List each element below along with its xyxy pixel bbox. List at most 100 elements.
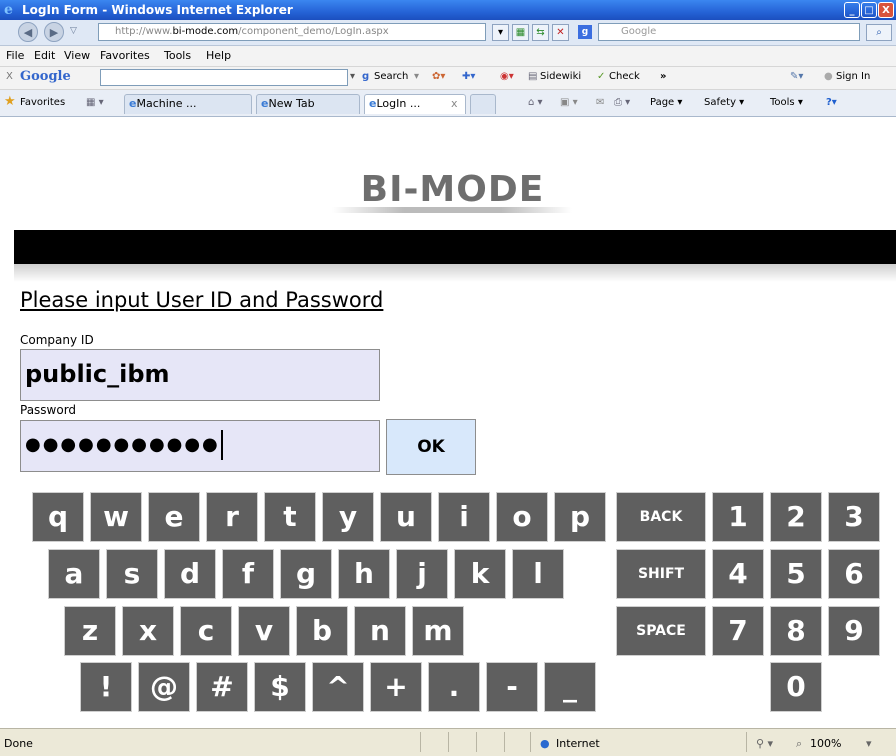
tab-login[interactable]: eLogIn ... x (364, 94, 466, 114)
key-dollar[interactable]: $ (254, 662, 306, 712)
maximize-button[interactable]: □ (861, 2, 877, 18)
google-dropdown-icon[interactable]: ▾ (350, 71, 355, 82)
key-c[interactable]: c (180, 606, 232, 656)
sidewiki-button[interactable]: Sidewiki (540, 71, 581, 82)
password-field[interactable]: ●●●●●●●●●●● (20, 420, 380, 472)
key-z[interactable]: z (64, 606, 116, 656)
key-space[interactable]: SPACE (616, 606, 706, 656)
mail-icon[interactable]: ✉ (596, 97, 604, 108)
menu-favorites[interactable]: Favorites (100, 49, 150, 62)
protected-mode-icon[interactable]: ⚲ ▾ (756, 737, 773, 750)
tab-close-icon[interactable]: x (451, 95, 458, 113)
print-icon[interactable]: ⎙ ▾ (614, 97, 630, 108)
key-plus[interactable]: + (370, 662, 422, 712)
key-l[interactable]: l (512, 549, 564, 599)
key-shift[interactable]: SHIFT (616, 549, 706, 599)
key-a[interactable]: a (48, 549, 100, 599)
key-y[interactable]: y (322, 492, 374, 542)
address-field[interactable]: http://www.bi-mode.com/component_demo/Lo… (98, 23, 486, 41)
key-5[interactable]: 5 (770, 549, 822, 599)
tab-machine[interactable]: eMachine ... (124, 94, 252, 114)
key-exclamation[interactable]: ! (80, 662, 132, 712)
key-hash[interactable]: # (196, 662, 248, 712)
key-m[interactable]: m (412, 606, 464, 656)
key-p[interactable]: p (554, 492, 606, 542)
forward-button[interactable]: ▶ (44, 22, 64, 42)
google-search-arrow-icon[interactable]: ▾ (414, 71, 419, 82)
key-9[interactable]: 9 (828, 606, 880, 656)
key-h[interactable]: h (338, 549, 390, 599)
home-icon[interactable]: ⌂ ▾ (528, 97, 543, 108)
key-caret[interactable]: ^ (312, 662, 364, 712)
key-k[interactable]: k (454, 549, 506, 599)
favorites-button[interactable]: Favorites (20, 97, 65, 108)
stop-icon[interactable]: ✕ (552, 24, 569, 41)
menu-edit[interactable]: Edit (34, 49, 55, 62)
key-t[interactable]: t (264, 492, 316, 542)
key-6[interactable]: 6 (828, 549, 880, 599)
history-dropdown-icon[interactable]: ▽ (70, 26, 77, 36)
back-button[interactable]: ◀ (18, 22, 38, 42)
key-s[interactable]: s (106, 549, 158, 599)
wrench-icon[interactable]: ✎▾ (790, 71, 803, 82)
key-d[interactable]: d (164, 549, 216, 599)
key-u[interactable]: u (380, 492, 432, 542)
search-box[interactable]: Google (598, 23, 860, 41)
translate-icon[interactable]: ◉▾ (500, 71, 514, 82)
key-g[interactable]: g (280, 549, 332, 599)
sign-in-button[interactable]: Sign In (836, 71, 870, 82)
key-b[interactable]: b (296, 606, 348, 656)
key-f[interactable]: f (222, 549, 274, 599)
safety-menu[interactable]: Safety ▾ (704, 97, 744, 108)
key-w[interactable]: w (90, 492, 142, 542)
close-button[interactable]: X (878, 2, 894, 18)
key-3[interactable]: 3 (828, 492, 880, 542)
menu-view[interactable]: View (64, 49, 90, 62)
zoom-level[interactable]: 100% (810, 737, 841, 750)
key-j[interactable]: j (396, 549, 448, 599)
key-q[interactable]: q (32, 492, 84, 542)
toolbar-close-icon[interactable]: X (6, 71, 13, 82)
key-o[interactable]: o (496, 492, 548, 542)
company-id-field[interactable]: public_ibm (20, 349, 380, 401)
share-icon[interactable]: ✚▾ (462, 71, 475, 82)
zoom-dropdown-icon[interactable]: ▾ (866, 737, 872, 750)
google-search-button[interactable]: Search (374, 71, 408, 82)
minimize-button[interactable]: _ (844, 2, 860, 18)
key-7[interactable]: 7 (712, 606, 764, 656)
menu-help[interactable]: Help (206, 49, 231, 62)
key-back[interactable]: BACK (616, 492, 706, 542)
menu-tools[interactable]: Tools (164, 49, 191, 62)
key-period[interactable]: . (428, 662, 480, 712)
key-e[interactable]: e (148, 492, 200, 542)
key-r[interactable]: r (206, 492, 258, 542)
search-icon[interactable]: ⌕ (866, 24, 892, 41)
key-v[interactable]: v (238, 606, 290, 656)
refresh-icon[interactable]: ⇆ (532, 24, 549, 41)
address-dropdown-icon[interactable]: ▾ (492, 24, 509, 41)
help-icon[interactable]: ?▾ (826, 97, 837, 108)
key-n[interactable]: n (354, 606, 406, 656)
google-search-input[interactable] (100, 69, 348, 86)
key-4[interactable]: 4 (712, 549, 764, 599)
ok-button[interactable]: OK (386, 419, 476, 475)
tools-menu[interactable]: Tools ▾ (770, 97, 803, 108)
quick-tabs-icon[interactable]: ▦ ▾ (86, 97, 104, 108)
key-2[interactable]: 2 (770, 492, 822, 542)
tab-new-tab[interactable]: eNew Tab (256, 94, 360, 114)
compat-view-icon[interactable]: ▦ (512, 24, 529, 41)
key-1[interactable]: 1 (712, 492, 764, 542)
key-0[interactable]: 0 (770, 662, 822, 712)
bookmark-icon[interactable]: ✿▾ (432, 71, 445, 82)
key-i[interactable]: i (438, 492, 490, 542)
feeds-icon[interactable]: ▣ ▾ (560, 97, 578, 108)
menu-file[interactable]: File (6, 49, 24, 62)
more-button[interactable]: » (660, 71, 666, 82)
new-tab-button[interactable] (470, 94, 496, 114)
check-button[interactable]: Check (609, 71, 640, 82)
key-at[interactable]: @ (138, 662, 190, 712)
key-8[interactable]: 8 (770, 606, 822, 656)
key-underscore[interactable]: _ (544, 662, 596, 712)
page-menu[interactable]: Page ▾ (650, 97, 682, 108)
key-minus[interactable]: - (486, 662, 538, 712)
